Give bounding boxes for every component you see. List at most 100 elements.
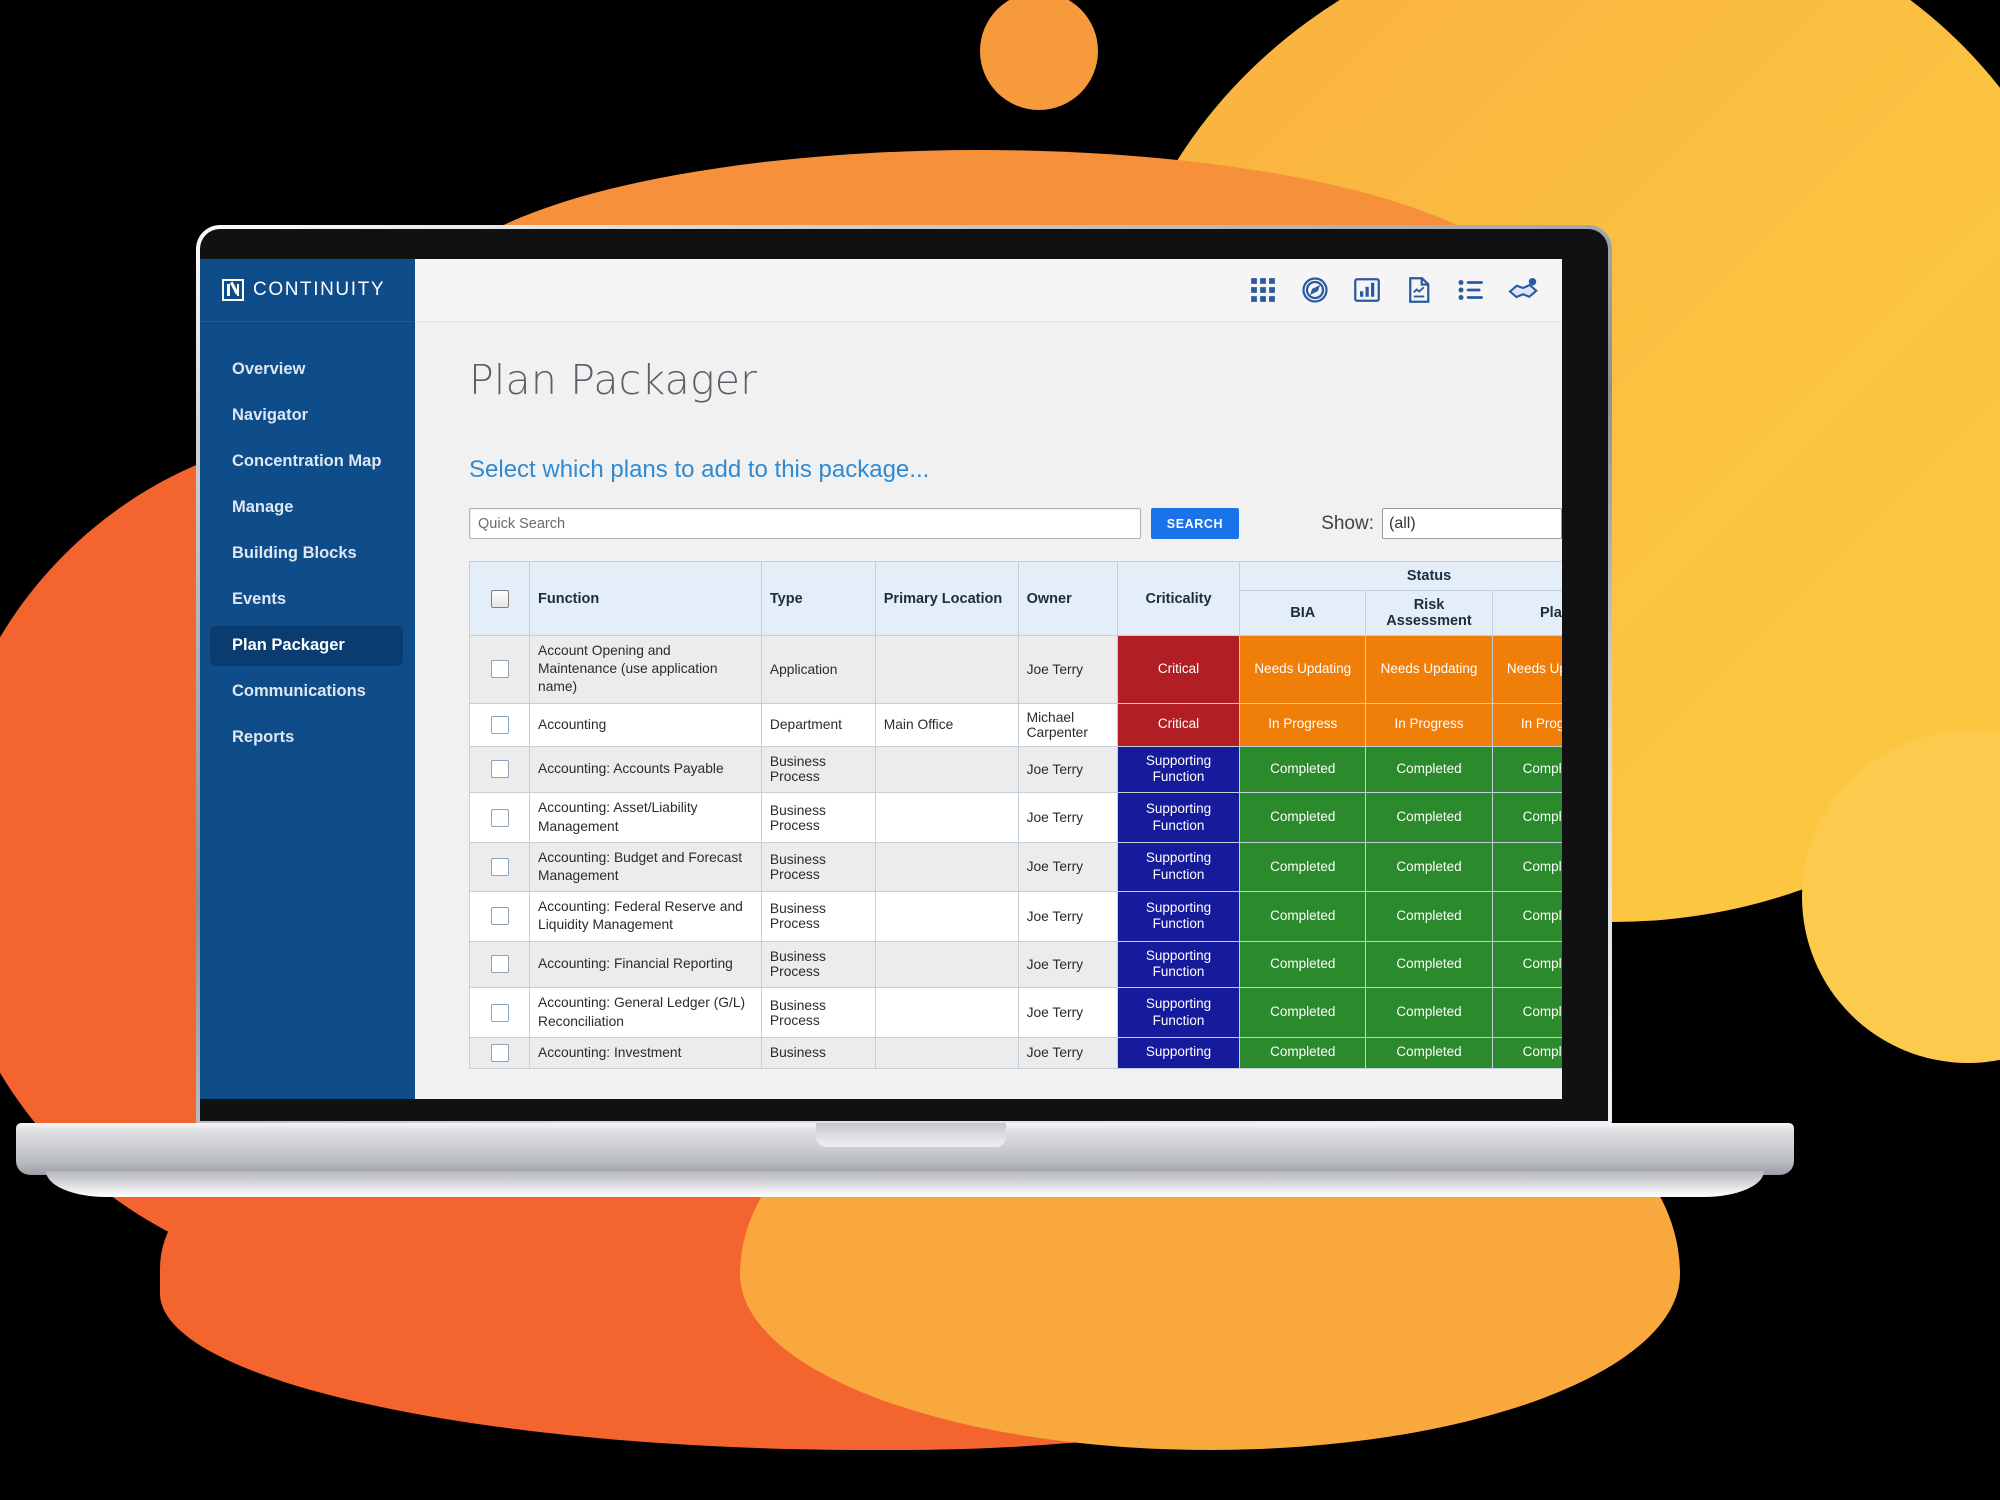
document-report-icon[interactable] — [1404, 275, 1434, 305]
col-header-criticality[interactable]: Criticality — [1116, 561, 1241, 636]
table-row[interactable]: Accounting: General Ledger (G/L) Reconci… — [468, 987, 1562, 1038]
search-button[interactable]: SEARCH — [1150, 508, 1240, 539]
brand-logo[interactable]: CONTINUITY — [200, 259, 415, 322]
row-checkbox-cell[interactable] — [468, 841, 531, 893]
col-header-risk-assessment[interactable]: Risk Assessment — [1365, 590, 1493, 636]
cell-criticality: Critical — [1116, 635, 1241, 704]
cell-primary-location — [874, 987, 1019, 1038]
row-checkbox[interactable] — [490, 955, 509, 974]
cell-type: Business Process — [760, 745, 876, 794]
sidebar-item-reports[interactable]: Reports — [210, 717, 403, 758]
row-checkbox-cell[interactable] — [468, 745, 531, 794]
cell-status-plan: Completed — [1491, 745, 1562, 794]
table-controls: SEARCH Show: — [469, 508, 1562, 539]
table-head: Function Type Primary Location Owner Cri… — [468, 561, 1562, 636]
row-checkbox-cell[interactable] — [468, 635, 531, 704]
n-logo-icon — [222, 279, 244, 301]
sidebar-item-manage[interactable]: Manage — [210, 487, 403, 528]
cell-status-bia: Completed — [1239, 745, 1367, 794]
cell-status-bia: Completed — [1239, 940, 1367, 989]
cell-function: Accounting — [529, 702, 762, 747]
cell-status-risk-assessment: Completed — [1365, 891, 1493, 942]
table-row[interactable]: Accounting: Investment Business Joe Terr… — [468, 1036, 1562, 1069]
select-all-header[interactable] — [468, 561, 531, 636]
row-checkbox[interactable] — [490, 1003, 509, 1022]
row-checkbox[interactable] — [490, 660, 509, 679]
sidebar-item-building-blocks[interactable]: Building Blocks — [210, 533, 403, 574]
cell-type: Business Process — [760, 987, 876, 1038]
table-row[interactable]: Accounting: Federal Reserve and Liquidit… — [468, 891, 1562, 942]
row-checkbox[interactable] — [490, 857, 509, 876]
page-title: Plan Packager — [469, 356, 758, 404]
compass-navigator-icon[interactable] — [1300, 275, 1330, 305]
row-checkbox-cell[interactable] — [468, 702, 531, 747]
cell-status-bia: Completed — [1239, 841, 1367, 893]
cell-criticality: Supporting Function — [1116, 891, 1241, 942]
cell-type: Application — [760, 635, 876, 704]
row-checkbox[interactable] — [490, 1043, 509, 1062]
cell-status-bia: Needs Updating — [1239, 635, 1367, 704]
cell-status-plan: Completed — [1491, 792, 1562, 843]
table-row[interactable]: Accounting: Budget and Forecast Manageme… — [468, 841, 1562, 893]
row-checkbox-cell[interactable] — [468, 940, 531, 989]
cell-status-risk-assessment: Completed — [1365, 1036, 1493, 1069]
row-checkbox[interactable] — [490, 907, 509, 926]
show-filter-select[interactable] — [1382, 508, 1562, 539]
cell-owner: Joe Terry — [1017, 841, 1118, 893]
col-header-owner[interactable]: Owner — [1017, 561, 1118, 636]
sidebar-item-plan-packager[interactable]: Plan Packager — [210, 625, 403, 666]
table-row[interactable]: Account Opening and Maintenance (use app… — [468, 635, 1562, 704]
table-row[interactable]: Accounting: Financial Reporting Business… — [468, 940, 1562, 989]
bar-chart-icon[interactable] — [1352, 275, 1382, 305]
cell-status-plan: Completed — [1491, 987, 1562, 1038]
sidebar-item-events[interactable]: Events — [210, 579, 403, 620]
cell-type: Business Process — [760, 792, 876, 843]
cell-status-risk-assessment: Completed — [1365, 987, 1493, 1038]
cell-status-bia: Completed — [1239, 1036, 1367, 1069]
row-checkbox[interactable] — [490, 715, 509, 734]
cell-status-risk-assessment: Needs Updating — [1365, 635, 1493, 704]
select-all-checkbox[interactable] — [490, 589, 509, 608]
show-filter-label: Show: — [1321, 512, 1374, 534]
col-header-plan[interactable]: Plan — [1491, 590, 1562, 636]
col-header-bia[interactable]: BIA — [1239, 590, 1367, 636]
table-row[interactable]: Accounting Department Main Office Michae… — [468, 702, 1562, 747]
list-checklist-icon[interactable] — [1456, 275, 1486, 305]
cell-status-plan: Completed — [1491, 891, 1562, 942]
row-checkbox-cell[interactable] — [468, 987, 531, 1038]
table-row[interactable]: Accounting: Asset/Liability Management B… — [468, 792, 1562, 843]
col-header-function[interactable]: Function — [529, 561, 762, 636]
search-input[interactable] — [469, 508, 1141, 539]
cell-owner: Joe Terry — [1017, 745, 1118, 794]
col-header-type[interactable]: Type — [760, 561, 876, 636]
row-checkbox[interactable] — [490, 808, 509, 827]
cell-owner: Joe Terry — [1017, 940, 1118, 989]
apps-grid-icon[interactable] — [1248, 275, 1278, 305]
row-checkbox[interactable] — [490, 760, 509, 779]
brand-name: CONTINUITY — [253, 279, 386, 300]
row-checkbox-cell[interactable] — [468, 792, 531, 843]
cell-function: Accounting: Investment — [529, 1036, 762, 1069]
table-body: Account Opening and Maintenance (use app… — [468, 635, 1562, 1069]
cell-primary-location: Main Office — [874, 702, 1019, 747]
sidebar-item-concentration-map[interactable]: Concentration Map — [210, 441, 403, 482]
cell-function: Accounting: Federal Reserve and Liquidit… — [529, 891, 762, 942]
cell-primary-location — [874, 940, 1019, 989]
sidebar-item-navigator[interactable]: Navigator — [210, 395, 403, 436]
cell-criticality: Supporting Function — [1116, 792, 1241, 843]
page-body: Plan Packager Select which plans to add … — [415, 322, 1562, 1099]
plans-table: Function Type Primary Location Owner Cri… — [468, 561, 1562, 1069]
cell-owner: Joe Terry — [1017, 635, 1118, 704]
table-row[interactable]: Accounting: Accounts Payable Business Pr… — [468, 745, 1562, 794]
col-header-primary-location[interactable]: Primary Location — [874, 561, 1019, 636]
cell-function: Accounting: Financial Reporting — [529, 940, 762, 989]
sidebar-item-communications[interactable]: Communications — [210, 671, 403, 712]
cell-function: Accounting: Budget and Forecast Manageme… — [529, 841, 762, 893]
sidebar-item-overview[interactable]: Overview — [210, 349, 403, 390]
handshake-icon[interactable] — [1508, 275, 1538, 305]
table-group-header-row: Function Type Primary Location Owner Cri… — [468, 561, 1562, 636]
cell-status-risk-assessment: Completed — [1365, 792, 1493, 843]
laptop-screen: CONTINUITY Overview Navigator Concentrat… — [200, 259, 1562, 1099]
row-checkbox-cell[interactable] — [468, 891, 531, 942]
row-checkbox-cell[interactable] — [468, 1036, 531, 1069]
